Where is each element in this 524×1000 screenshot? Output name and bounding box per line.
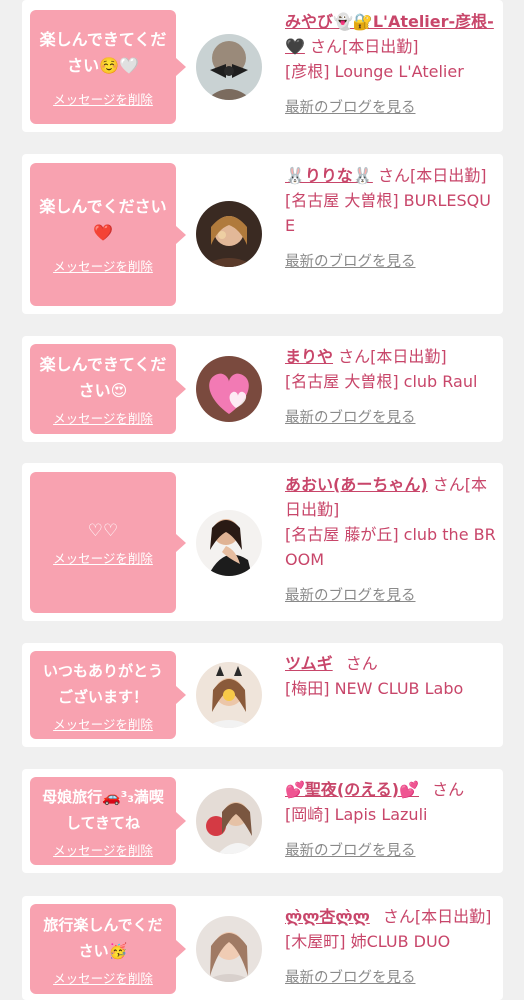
message-card: 楽しんできてください☺️🤍 メッセージを削除 みやび👻🔐L'Atelier-彦根… <box>22 0 503 132</box>
message-card: 母娘旅行🚗³₃満喫してきてね メッセージを削除 💕聖夜(のえる)💕 さん [岡崎… <box>22 769 503 873</box>
delete-message-link[interactable]: メッセージを削除 <box>53 89 153 108</box>
message-bubble: ♡♡ メッセージを削除 <box>30 472 186 613</box>
avatar[interactable] <box>196 356 262 422</box>
avatar[interactable] <box>196 662 262 728</box>
message-card: いつもありがとうございます！ メッセージを削除 ツムギ さん [梅田] NEW … <box>22 643 503 747</box>
girl-status: さん[本日出勤] <box>310 37 419 56</box>
shop-name: [名古屋 大曽根] BURLESQUE <box>285 191 491 235</box>
message-bubble: いつもありがとうございます！ メッセージを削除 <box>30 651 186 739</box>
delete-message-link[interactable]: メッセージを削除 <box>53 840 153 859</box>
message-bubble: 旅行楽しんでください🥳 メッセージを削除 <box>30 904 186 994</box>
girl-name-link[interactable]: ツムギ <box>285 654 333 673</box>
latest-blog-link[interactable]: 最新のブログを見る <box>285 839 416 860</box>
latest-blog-link[interactable]: 最新のブログを見る <box>285 406 416 427</box>
message-text: ♡♡ <box>87 521 119 541</box>
delete-message-link[interactable]: メッセージを削除 <box>53 548 153 567</box>
girl-name-link[interactable]: 💕聖夜(のえる)💕 <box>285 780 419 799</box>
message-text: 母娘旅行🚗³₃満喫してきてね <box>42 787 164 832</box>
shop-name: [名古屋 藤が丘] club the BROOM <box>285 525 496 569</box>
message-bubble: 楽しんでください❤️ メッセージを削除 <box>30 163 186 306</box>
girl-info: 🐰りりな🐰 さん[本日出勤] [名古屋 大曽根] BURLESQUE 最新のブロ… <box>285 163 497 271</box>
message-card: 楽しんでください❤️ メッセージを削除 🐰りりな🐰 さん[本日出勤] [名古屋 … <box>22 154 503 314</box>
girl-name-link[interactable]: あおい(あーちゃん) <box>285 475 428 494</box>
girl-info: ლ̀ლ杏ლ̀ლ さん[本日出勤] [木屋町] 姉CLUB DUO 最新のブログを… <box>285 904 497 987</box>
latest-blog-link[interactable]: 最新のブログを見る <box>285 584 416 605</box>
delete-message-link[interactable]: メッセージを削除 <box>53 408 153 427</box>
avatar[interactable] <box>196 916 262 982</box>
avatar[interactable] <box>196 201 262 267</box>
latest-blog-link[interactable]: 最新のブログを見る <box>285 966 416 987</box>
girl-name-link[interactable]: まりや <box>285 347 333 366</box>
shop-name: [彦根] Lounge L'Atelier <box>285 62 464 81</box>
delete-message-link[interactable]: メッセージを削除 <box>53 256 153 275</box>
shop-name: [木屋町] 姉CLUB DUO <box>285 932 451 951</box>
message-card: ♡♡ メッセージを削除 あおい(あーちゃん) さん[本日出勤] [名古屋 藤が丘… <box>22 463 503 621</box>
message-bubble: 楽しんできてください😍 メッセージを削除 <box>30 344 186 434</box>
avatar[interactable] <box>196 788 262 854</box>
message-text: 旅行楽しんでください🥳 <box>43 915 163 960</box>
girl-info: まりや さん[本日出勤] [名古屋 大曽根] club Raul 最新のブログを… <box>285 344 497 427</box>
shop-name: [名古屋 大曽根] club Raul <box>285 372 478 391</box>
avatar[interactable] <box>196 510 262 576</box>
girl-status: さん <box>345 654 378 673</box>
message-list: 楽しんできてください☺️🤍 メッセージを削除 みやび👻🔐L'Atelier-彦根… <box>0 0 524 1000</box>
latest-blog-link[interactable]: 最新のブログを見る <box>285 250 416 271</box>
girl-name-link[interactable]: 🐰りりな🐰 <box>285 166 373 185</box>
message-card: 楽しんできてください😍 メッセージを削除 まりや さん[本日出勤] [名古屋 大… <box>22 336 503 442</box>
message-card: 旅行楽しんでください🥳 メッセージを削除 ლ̀ლ杏ლ̀ლ さん[本日出勤] [木… <box>22 896 503 1000</box>
message-text: 楽しんできてください😍 <box>39 354 167 400</box>
latest-blog-link[interactable]: 最新のブログを見る <box>285 96 416 117</box>
message-bubble: 母娘旅行🚗³₃満喫してきてね メッセージを削除 <box>30 777 186 865</box>
message-bubble: 楽しんできてください☺️🤍 メッセージを削除 <box>30 10 186 124</box>
message-text: 楽しんできてください☺️🤍 <box>39 29 167 75</box>
message-text: いつもありがとうございます！ <box>42 661 163 706</box>
shop-name: [梅田] NEW CLUB Labo <box>285 679 464 698</box>
girl-info: ツムギ さん [梅田] NEW CLUB Labo <box>285 651 497 701</box>
delete-message-link[interactable]: メッセージを削除 <box>53 968 153 987</box>
message-text: 楽しんでください❤️ <box>39 197 167 242</box>
shop-name: [岡崎] Lapis Lazuli <box>285 805 428 824</box>
avatar[interactable] <box>196 34 262 100</box>
girl-status: さん[本日出勤] <box>382 907 492 926</box>
girl-info: みやび👻🔐L'Atelier-彦根-🖤 さん[本日出勤] [彦根] Lounge… <box>285 9 497 117</box>
girl-status: さん[本日出勤] <box>338 347 447 366</box>
delete-message-link[interactable]: メッセージを削除 <box>53 714 153 733</box>
girl-name-link[interactable]: ლ̀ლ杏ლ̀ლ <box>285 907 370 926</box>
girl-status: さん[本日出勤] <box>377 166 487 185</box>
girl-info: 💕聖夜(のえる)💕 さん [岡崎] Lapis Lazuli 最新のブログを見る <box>285 777 497 860</box>
girl-status: さん <box>432 780 465 799</box>
girl-info: あおい(あーちゃん) さん[本日出勤] [名古屋 藤が丘] club the B… <box>285 472 497 605</box>
